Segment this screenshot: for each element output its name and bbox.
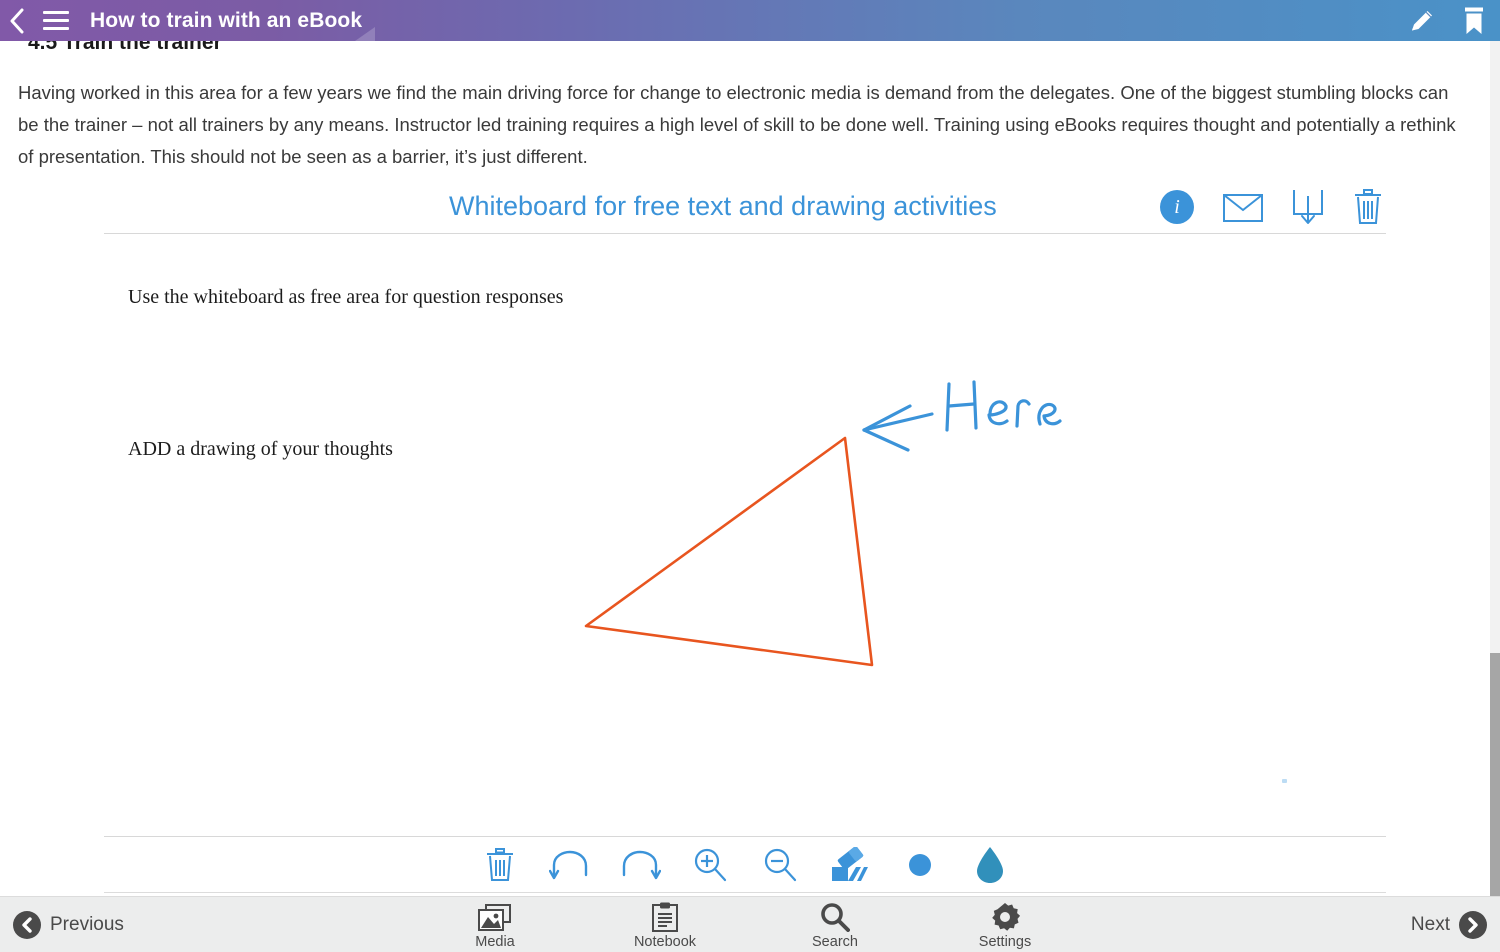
hamburger-bar [43, 27, 69, 30]
nav-item-settings[interactable]: Settings [951, 900, 1059, 950]
hamburger-menu-button[interactable] [34, 0, 78, 41]
hamburger-bar [43, 11, 69, 14]
zoom-out-button[interactable] [756, 842, 804, 888]
color-picker-icon [977, 846, 1003, 883]
eraser-icon [832, 846, 868, 881]
email-icon [1223, 194, 1263, 222]
app-header: How to train with an eBook [0, 0, 1500, 41]
annotation-handwriting [945, 380, 1062, 432]
whiteboard-toolbar [104, 837, 1386, 893]
previous-arrow-icon [13, 911, 41, 939]
app-root: How to train with an eBook 4.5 Train the… [0, 0, 1500, 952]
bookmark-icon [1465, 7, 1483, 34]
nav-item-search[interactable]: Search [781, 900, 889, 950]
delete-icon [1355, 189, 1381, 224]
previous-label: Previous [50, 914, 124, 935]
zoom-out-icon [764, 848, 797, 881]
download-icon [1293, 190, 1323, 224]
whiteboard-header: Whiteboard for free text and drawing act… [104, 186, 1386, 234]
nav-item-notebook[interactable]: Notebook [611, 900, 719, 950]
notebook-icon [652, 900, 678, 932]
info-icon: i [1160, 190, 1194, 224]
nav-label-settings: Settings [978, 934, 1032, 950]
previous-button[interactable]: Previous [13, 897, 124, 952]
body-paragraph: Having worked in this area for a few yea… [18, 82, 1456, 167]
info-button[interactable]: i [1160, 190, 1194, 224]
whiteboard-drawing-layer [584, 380, 1062, 667]
zoom-in-icon [694, 848, 727, 881]
bottom-navigation-bar: Previous Media Notebook Search Settings … [0, 896, 1500, 952]
chevron-left-icon [10, 8, 24, 33]
whiteboard-actions: i [1160, 188, 1384, 226]
edit-button[interactable] [1396, 0, 1448, 41]
page-scrollbar-track[interactable] [1490, 41, 1500, 928]
nav-label-search: Search [812, 934, 858, 950]
page-content: 4.5 Train the trainer Having worked in t… [0, 41, 1490, 896]
email-button[interactable] [1222, 191, 1264, 223]
stray-ink-dot [1282, 779, 1287, 783]
next-button[interactable]: Next [1411, 897, 1487, 952]
hamburger-bar [43, 19, 69, 22]
page-title: How to train with an eBook [90, 8, 363, 32]
download-button[interactable] [1292, 188, 1324, 226]
clear-canvas-icon [487, 847, 513, 881]
bottom-nav-items: Media Notebook Search Settings [0, 897, 1500, 952]
bookmark-button[interactable] [1448, 0, 1500, 41]
eraser-button[interactable] [826, 842, 874, 888]
color-picker-button[interactable] [966, 842, 1014, 888]
settings-icon [990, 900, 1020, 932]
media-icon [478, 900, 512, 932]
zoom-in-button[interactable] [686, 842, 734, 888]
redo-icon [622, 850, 661, 879]
brush-size-button[interactable] [896, 842, 944, 888]
section-heading: 4.5 Train the trainer [28, 41, 222, 54]
page-scrollbar-thumb[interactable] [1490, 653, 1500, 928]
clear-canvas-button[interactable] [476, 842, 524, 888]
annotation-arrow-icon [862, 404, 934, 452]
triangle-drawing [584, 436, 874, 667]
header-tab-notch [355, 27, 375, 41]
nav-label-media: Media [475, 934, 515, 950]
search-icon [820, 900, 850, 932]
next-arrow-icon [1459, 911, 1487, 939]
whiteboard-widget: Whiteboard for free text and drawing act… [104, 186, 1386, 893]
redo-button[interactable] [616, 842, 664, 888]
undo-button[interactable] [546, 842, 594, 888]
delete-button[interactable] [1352, 189, 1384, 225]
whiteboard-title: Whiteboard for free text and drawing act… [449, 191, 997, 221]
nav-item-media[interactable]: Media [441, 900, 549, 950]
pencil-icon [1412, 10, 1432, 30]
nav-label-notebook: Notebook [633, 934, 697, 950]
brush-size-icon [909, 853, 931, 876]
undo-icon [549, 850, 588, 879]
info-icon-letter: i [1174, 195, 1180, 218]
next-label: Next [1410, 914, 1450, 935]
whiteboard-canvas[interactable]: Use the whiteboard as free area for ques… [104, 234, 1386, 837]
back-button[interactable] [0, 0, 34, 41]
